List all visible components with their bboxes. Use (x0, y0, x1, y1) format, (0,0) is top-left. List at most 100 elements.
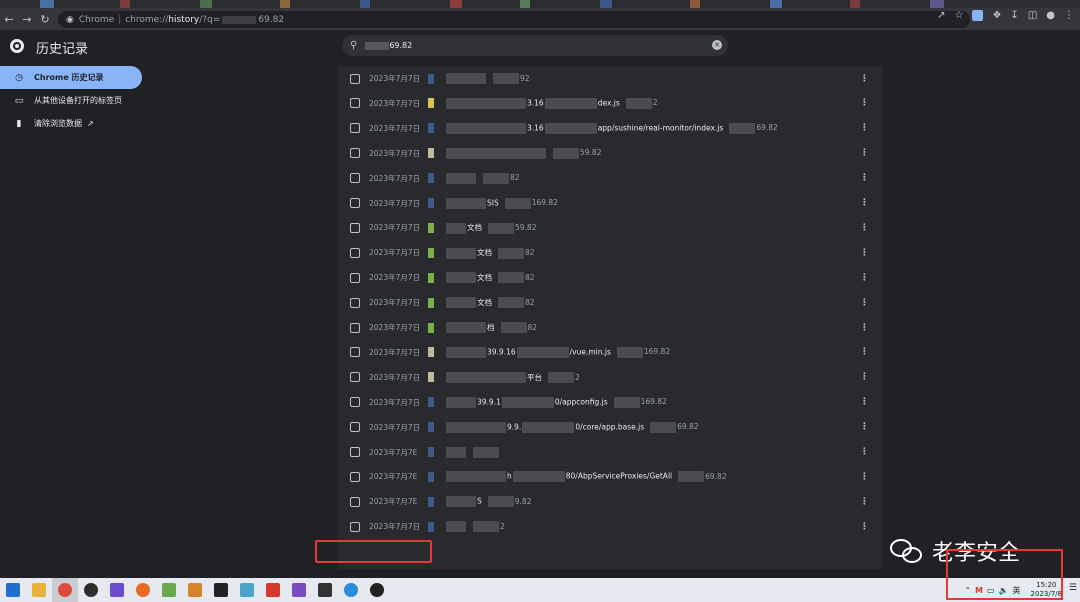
row-checkbox[interactable] (350, 73, 360, 84)
app-lightning-icon[interactable] (104, 578, 130, 602)
row-more-icon[interactable]: ⋮ (860, 98, 869, 108)
history-row[interactable]: 2023年7月7日 9.9. 0/core/app.base.js 69.82 ⋮ (338, 415, 883, 440)
sidebar-item-chrome-history[interactable]: ◷ Chrome 历史记录 (0, 66, 142, 89)
row-more-icon[interactable]: ⋮ (860, 273, 869, 283)
notification-icon[interactable]: ☰ (1069, 583, 1077, 593)
row-checkbox[interactable] (350, 198, 360, 208)
row-checkbox[interactable] (350, 297, 360, 308)
row-title[interactable]: 文档 82 (446, 297, 535, 309)
history-row[interactable]: 2023年7月7日 39.9.16/vue.min.js 169.82 ⋮ (338, 340, 883, 365)
history-row[interactable]: 2023年7月7日 文档 82 ⋮ (338, 290, 883, 315)
row-more-icon[interactable]: ⋮ (860, 223, 869, 233)
history-row[interactable]: 2023年7月7日 92 ⋮ (338, 66, 883, 91)
row-more-icon[interactable]: ⋮ (860, 198, 869, 208)
row-title[interactable]: 39.9.1 0/appconfig.js 169.82 (446, 396, 667, 408)
row-checkbox[interactable] (350, 222, 360, 233)
history-row[interactable]: 2023年7月7日 平台 2 ⋮ (338, 365, 883, 390)
row-title[interactable]: 3.16 dex.js 2 (446, 97, 658, 109)
row-title[interactable]: 82 (446, 172, 520, 184)
row-checkbox[interactable] (350, 397, 360, 408)
file-explorer-icon[interactable] (26, 578, 52, 602)
row-more-icon[interactable]: ⋮ (860, 298, 869, 308)
row-more-icon[interactable]: ⋮ (860, 472, 869, 482)
history-row[interactable]: 2023年7月7E ⋮ (338, 440, 883, 465)
history-row[interactable]: 2023年7月7日 3.16 app/sushine/real-monitor/in… (338, 116, 883, 141)
row-title[interactable]: 档 82 (446, 322, 537, 334)
row-checkbox[interactable] (350, 447, 360, 457)
sidebar-item-clear-data[interactable]: ▮ 清除浏览数据 ↗ (0, 112, 142, 135)
history-row[interactable]: 2023年7月7日 39.9.1 0/appconfig.js 169.82 ⋮ (338, 390, 883, 415)
row-title[interactable]: 平台 2 (446, 372, 580, 384)
row-title[interactable]: 39.9.16/vue.min.js 169.82 (446, 346, 670, 358)
history-row[interactable]: 2023年7月7日 82 ⋮ (338, 166, 883, 191)
row-checkbox[interactable] (350, 123, 360, 134)
menu-dots-icon[interactable]: ⋮ (1064, 10, 1074, 21)
row-checkbox[interactable] (350, 173, 360, 184)
row-more-icon[interactable]: ⋮ (860, 148, 869, 158)
row-title[interactable]: 92 (446, 73, 530, 84)
history-row[interactable]: 2023年7月7日 文档 82 ⋮ (338, 265, 883, 290)
row-more-icon[interactable]: ⋮ (860, 372, 869, 382)
row-more-icon[interactable]: ⋮ (860, 447, 869, 457)
history-row[interactable]: 2023年7月7日 SIS 169.82 ⋮ (338, 191, 883, 216)
tab-strip[interactable] (0, 0, 1080, 8)
download-icon[interactable]: ↧ (1010, 10, 1018, 21)
row-title[interactable]: 59.82 (446, 147, 601, 159)
row-checkbox[interactable] (350, 496, 360, 507)
puzzle-extensions-icon[interactable]: ❖ (992, 10, 1001, 21)
row-title[interactable]: 文档 82 (446, 247, 535, 259)
settings-gear-icon[interactable] (78, 578, 104, 602)
row-more-icon[interactable]: ⋮ (860, 123, 869, 133)
history-row[interactable]: 2023年7月7日 2 ⋮ (338, 514, 883, 539)
profile-icon[interactable]: ● (1046, 10, 1055, 21)
row-checkbox[interactable] (350, 521, 360, 532)
back-arrow-icon[interactable]: ← (0, 8, 18, 30)
row-more-icon[interactable]: ⋮ (860, 497, 869, 507)
sidebar-item-other-devices[interactable]: ▭ 从其他设备打开的标签页 (0, 89, 142, 112)
start-windows-icon[interactable] (0, 578, 26, 602)
row-title[interactable]: 3.16 app/sushine/real-monitor/index.js 69.… (446, 122, 778, 134)
chrome-taskbar-icon[interactable] (52, 578, 78, 602)
row-checkbox[interactable] (350, 372, 360, 383)
calculator-icon[interactable] (312, 578, 338, 602)
clear-search-icon[interactable]: ✕ (712, 40, 722, 50)
row-title[interactable]: h 80/AbpServiceProxies/GetAll 69.82 (446, 471, 727, 483)
row-checkbox[interactable] (350, 272, 360, 283)
row-title[interactable]: 文档 82 (446, 272, 535, 284)
firefox-icon[interactable] (130, 578, 156, 602)
row-title[interactable]: SIS 169.82 (446, 197, 558, 209)
extension-icon[interactable] (972, 10, 984, 21)
site-info-icon[interactable]: ◉ (66, 15, 74, 25)
reload-icon[interactable]: ↻ (36, 8, 54, 30)
row-checkbox[interactable] (350, 422, 360, 433)
row-more-icon[interactable]: ⋮ (860, 422, 869, 432)
row-checkbox[interactable] (350, 471, 360, 482)
history-row[interactable]: 2023年7月7日 3.16 dex.js 2 ⋮ (338, 91, 883, 116)
address-bar[interactable]: ◉ Chrome | chrome:// history /?q= 69.82 (58, 11, 970, 28)
edge-icon[interactable] (338, 578, 364, 602)
row-more-icon[interactable]: ⋮ (860, 74, 869, 84)
mountain-app-icon[interactable] (286, 578, 312, 602)
row-more-icon[interactable]: ⋮ (860, 397, 869, 407)
bookmark-star-icon[interactable]: ☆ (954, 10, 963, 21)
row-more-icon[interactable]: ⋮ (860, 323, 869, 333)
paint-icon[interactable] (234, 578, 260, 602)
row-title[interactable]: S 9.82 (446, 496, 531, 508)
notepad-icon[interactable] (156, 578, 182, 602)
row-title[interactable]: 文档 59.82 (446, 222, 536, 234)
wps-icon[interactable] (260, 578, 286, 602)
terminal-icon[interactable] (208, 578, 234, 602)
history-search-input[interactable]: ⚲ 69.82 ✕ (342, 35, 728, 56)
share-icon[interactable]: ↗ (937, 10, 945, 21)
image-app-icon[interactable] (182, 578, 208, 602)
row-more-icon[interactable]: ⋮ (860, 173, 869, 183)
history-row[interactable]: 2023年7月7E h 80/AbpServiceProxies/GetAll 69.… (338, 464, 883, 489)
row-checkbox[interactable] (350, 347, 360, 358)
row-more-icon[interactable]: ⋮ (860, 347, 869, 357)
history-row[interactable]: 2023年7月7E S 9.82 ⋮ (338, 489, 883, 514)
row-more-icon[interactable]: ⋮ (860, 522, 869, 532)
history-row[interactable]: 2023年7月7日 文档 59.82 ⋮ (338, 215, 883, 240)
row-checkbox[interactable] (350, 148, 360, 159)
history-row[interactable]: 2023年7月7日 59.82 ⋮ (338, 141, 883, 166)
qq-icon[interactable] (364, 578, 390, 602)
